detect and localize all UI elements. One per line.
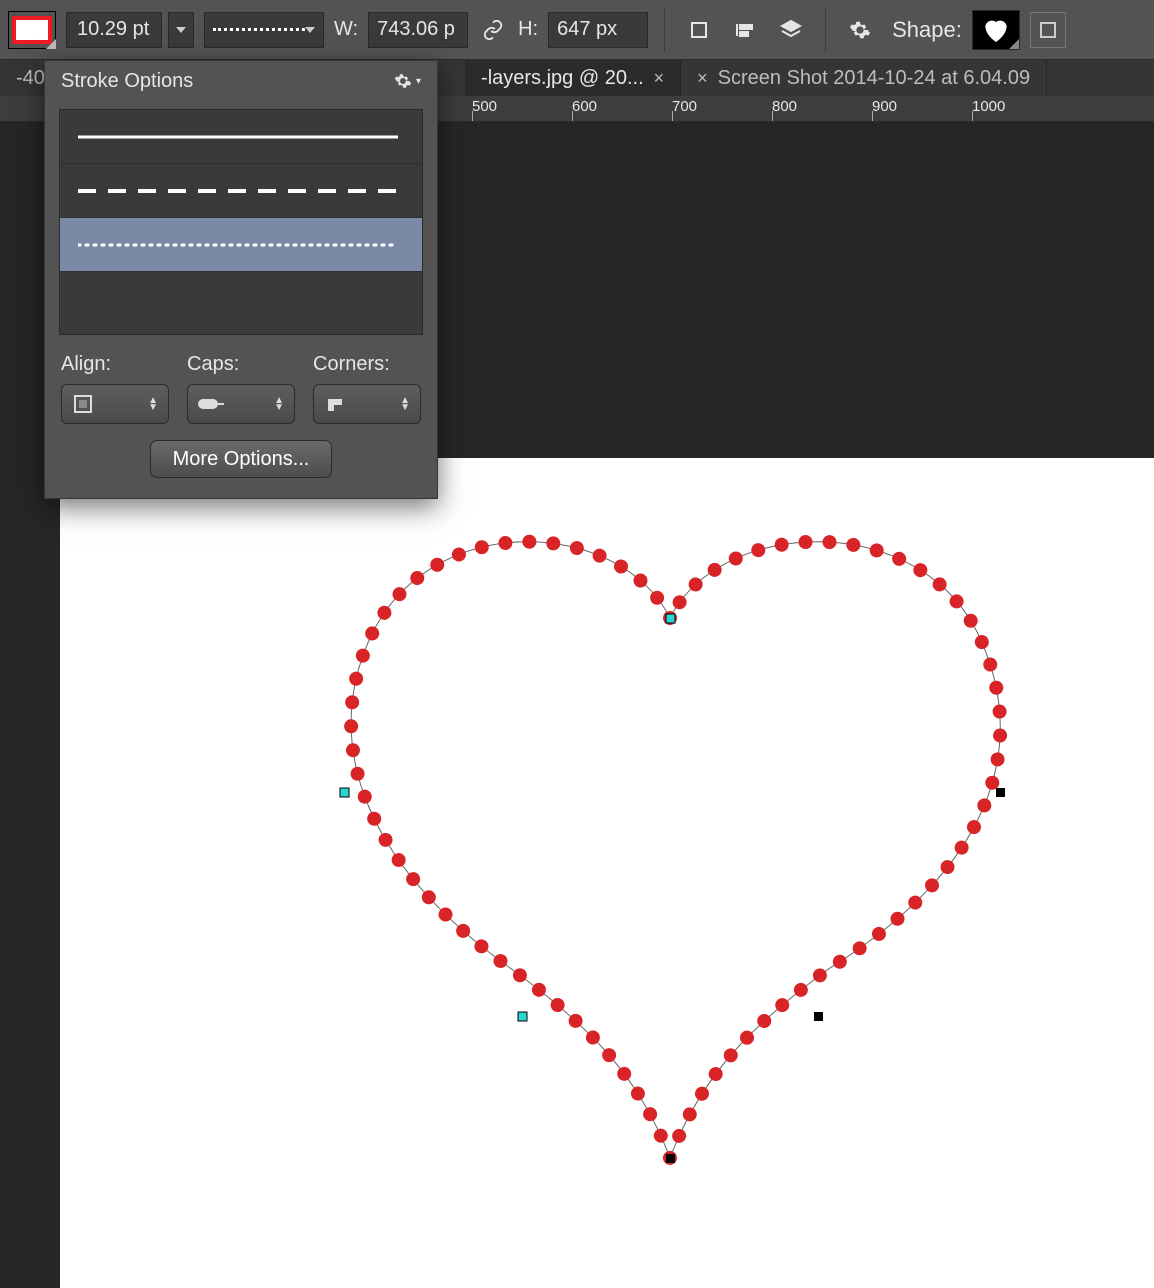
stroke-sub-options: Align: ▲▼ Caps: ▲▼ Corners: ▲▼ [45,349,437,440]
stroke-options-popover: Stroke Options ▾ Align: ▲▼ Caps: [44,60,438,499]
tab-label: -layers.jpg @ 20... [481,67,644,90]
heart-shape[interactable] [290,478,1050,1198]
arrange-icon[interactable] [773,12,809,48]
stroke-preset-dotted[interactable] [60,218,422,272]
align-label: Align: [61,353,169,376]
tab-label: Screen Shot 2014-10-24 at 6.04.09 [718,67,1030,90]
fill-stroke-swatch[interactable] [8,11,56,49]
align-dropdown[interactable]: ▲▼ [61,384,169,424]
ruler-tick: 600 [572,96,597,121]
stroke-preset-dashed[interactable] [60,164,422,218]
stroke-size-value[interactable]: 10.29 pt [66,12,162,48]
corners-dropdown[interactable]: ▲▼ [313,384,421,424]
height-input[interactable] [548,12,648,48]
ruler-tick: 700 [672,96,697,121]
path-operations-icon[interactable] [681,12,717,48]
stroke-preset-empty [60,272,422,334]
shape-picker[interactable] [972,10,1020,50]
options-bar: 10.29 pt W: H: Shape: [0,0,1154,60]
popover-header: Stroke Options ▾ [45,61,437,101]
stroke-size-control: 10.29 pt [66,12,194,48]
width-label: W: [334,18,358,41]
ruler-tick: 500 [472,96,497,121]
path-anchors[interactable] [340,614,1005,1163]
tab-item[interactable]: × Screen Shot 2014-10-24 at 6.04.09 [681,60,1047,96]
close-icon[interactable]: × [654,68,665,89]
ruler-tick: 1000 [972,96,1005,121]
ruler-tick: 900 [872,96,897,121]
canvas[interactable] [60,458,1154,1288]
stroke-preset-solid[interactable] [60,110,422,164]
stroke-preset-list [59,109,423,335]
ruler-tick: 800 [772,96,797,121]
align-icon[interactable] [727,12,763,48]
width-input[interactable] [368,12,468,48]
popover-gear-icon[interactable]: ▾ [394,72,421,90]
stroke-style-dropdown[interactable] [204,12,324,48]
extra-option-icon[interactable] [1030,12,1066,48]
caps-dropdown[interactable]: ▲▼ [187,384,295,424]
settings-gear-icon[interactable] [842,12,878,48]
height-label: H: [518,18,538,41]
close-icon[interactable]: × [697,68,708,89]
popover-title: Stroke Options [61,70,193,93]
stroke-size-dropdown[interactable] [168,12,194,48]
corners-label: Corners: [313,353,421,376]
tab-item[interactable]: -layers.jpg @ 20... × [465,60,681,96]
shape-label: Shape: [892,17,962,43]
caps-label: Caps: [187,353,295,376]
link-dimensions-icon[interactable] [478,12,508,48]
more-options-button[interactable]: More Options... [150,440,333,478]
